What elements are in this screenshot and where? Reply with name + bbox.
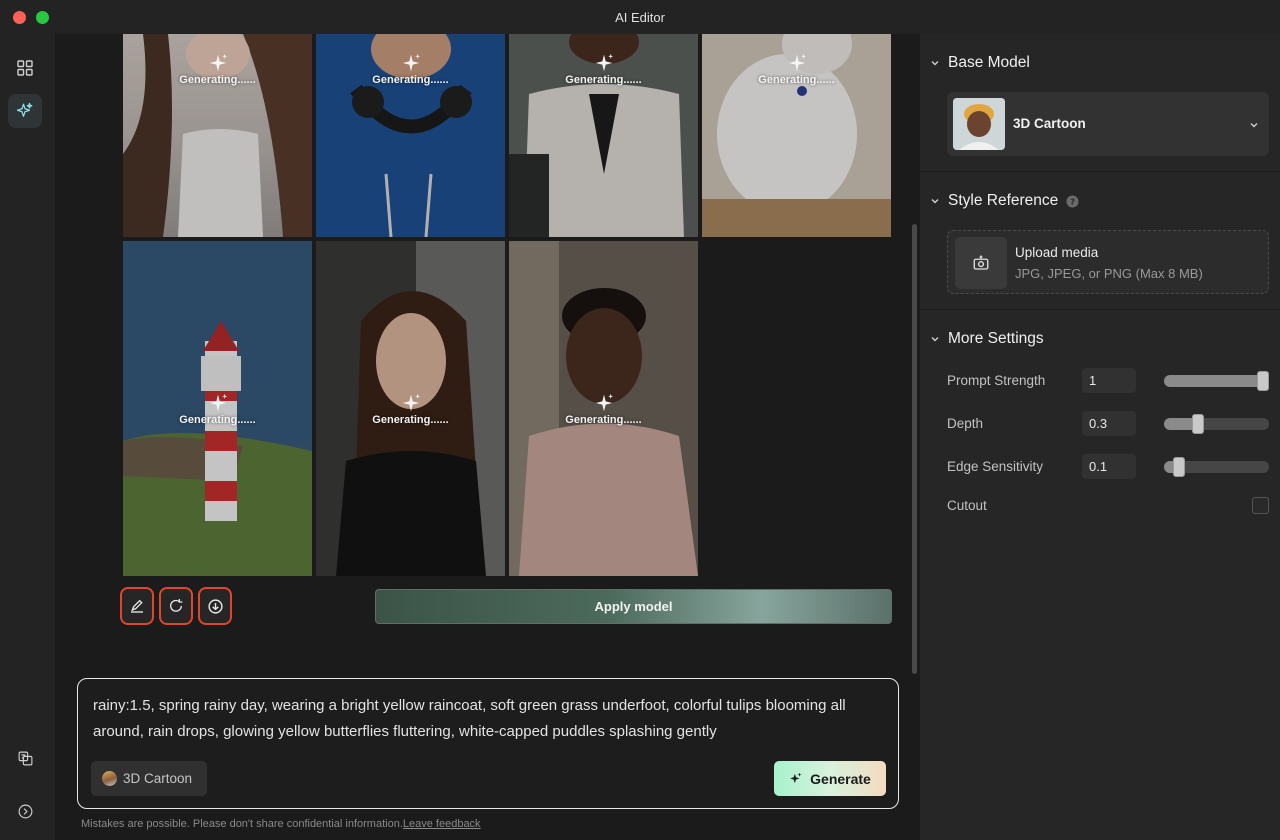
generating-indicator: Generating...... <box>316 393 505 426</box>
generating-indicator: Generating...... <box>702 53 891 86</box>
upload-title: Upload media <box>1015 245 1099 260</box>
generating-indicator: Generating...... <box>316 53 505 86</box>
sparkle-icon <box>788 53 806 72</box>
depth-slider[interactable] <box>1164 414 1269 434</box>
cutout-checkbox[interactable] <box>1252 497 1269 514</box>
prompt-strength-label: Prompt Strength <box>947 373 1046 388</box>
leave-feedback-link[interactable]: Leave feedback <box>403 818 481 830</box>
prompt-box[interactable]: rainy:1.5, spring rainy day, wearing a b… <box>77 678 899 809</box>
sparkle-icon <box>209 53 227 72</box>
gallery-tile[interactable]: Generating...... <box>509 241 698 576</box>
prompt-input[interactable]: rainy:1.5, spring rainy day, wearing a b… <box>93 693 888 745</box>
download-button[interactable] <box>198 587 232 625</box>
edge-sensitivity-label: Edge Sensitivity <box>947 459 1044 474</box>
chevron-down-icon <box>1250 123 1258 128</box>
upload-media-dropzone[interactable]: Upload media JPG, JPEG, or PNG (Max 8 MB… <box>947 230 1269 294</box>
sparkle-icon <box>402 53 420 72</box>
upload-hint: JPG, JPEG, or PNG (Max 8 MB) <box>1015 266 1203 281</box>
more-settings-header[interactable]: More Settings <box>930 330 1044 348</box>
sparkle-icon <box>790 772 802 783</box>
left-rail <box>0 34 55 840</box>
slider-handle[interactable] <box>1173 457 1186 477</box>
model-chip-label: 3D Cartoon <box>123 771 193 786</box>
depth-label: Depth <box>947 416 984 431</box>
divider <box>920 171 1280 172</box>
prompt-strength-input[interactable]: 1 <box>1082 368 1136 393</box>
regenerate-button[interactable] <box>159 587 193 625</box>
gallery-tile[interactable]: Generating...... <box>702 34 891 237</box>
gallery-tile[interactable]: Generating...... <box>316 34 505 237</box>
chevron-right-circle-icon <box>18 804 32 818</box>
base-model-select[interactable]: 3D Cartoon <box>947 92 1269 156</box>
gallery-tile[interactable]: Generating...... <box>123 241 312 576</box>
apply-model-button[interactable]: Apply model <box>375 589 892 624</box>
edge-sensitivity-slider[interactable] <box>1164 457 1269 477</box>
download-icon <box>207 598 223 614</box>
gallery-tile[interactable]: Generating...... <box>123 34 312 237</box>
app-window: AI Editor Generating...... Generating...… <box>0 0 1280 840</box>
settings-panel: Base Model 3D Cartoon Style Reference ? <box>920 34 1280 840</box>
base-model-header[interactable]: Base Model <box>930 54 1030 72</box>
chevron-down-icon <box>931 199 939 204</box>
refresh-icon <box>170 599 183 612</box>
upload-image-icon <box>955 237 1007 289</box>
generating-indicator: Generating...... <box>509 393 698 426</box>
divider <box>920 309 1280 310</box>
sparkle-icon <box>209 393 227 412</box>
generating-indicator: Generating...... <box>509 53 698 86</box>
rail-expand-button[interactable] <box>8 794 42 828</box>
sparkle-icon <box>16 102 33 117</box>
gallery-tile[interactable]: Generating...... <box>509 34 698 237</box>
rail-ai-button[interactable] <box>8 94 42 128</box>
depth-input[interactable]: 0.3 <box>1082 411 1136 436</box>
generating-indicator: Generating...... <box>123 393 312 426</box>
sparkle-icon <box>402 393 420 412</box>
slider-handle[interactable] <box>1191 414 1204 434</box>
chevron-down-icon <box>931 337 939 342</box>
style-reference-header[interactable]: Style Reference ? <box>930 192 1079 210</box>
image-grid: Generating...... Generating...... Genera… <box>123 34 893 576</box>
edge-sensitivity-input[interactable]: 0.1 <box>1082 454 1136 479</box>
title-bar: AI Editor <box>0 0 1280 34</box>
grid-icon <box>17 60 33 76</box>
help-icon[interactable]: ? <box>1066 194 1079 208</box>
prompt-strength-slider[interactable] <box>1164 371 1269 391</box>
model-chip[interactable]: 3D Cartoon <box>91 761 207 796</box>
chevron-down-icon <box>931 61 939 66</box>
scrollbar[interactable] <box>912 224 917 674</box>
sparkle-icon <box>595 53 613 72</box>
window-title: AI Editor <box>615 10 665 25</box>
rail-translate-button[interactable] <box>8 741 42 775</box>
edit-button[interactable] <box>120 587 154 625</box>
disclaimer: Mistakes are possible. Please don't shar… <box>81 818 481 830</box>
cutout-label: Cutout <box>947 498 987 513</box>
generate-button[interactable]: Generate <box>774 761 886 796</box>
rail-gallery-button[interactable] <box>8 51 42 85</box>
translate-icon <box>18 751 32 765</box>
base-model-name: 3D Cartoon <box>1013 116 1086 131</box>
svg-text:?: ? <box>1070 196 1075 206</box>
gallery-tile[interactable]: Generating...... <box>316 241 505 576</box>
main-content: Generating...... Generating...... Genera… <box>55 34 920 840</box>
generating-indicator: Generating...... <box>123 53 312 86</box>
base-model-thumbnail <box>953 98 1005 150</box>
slider-handle[interactable] <box>1257 371 1269 391</box>
sparkle-icon <box>595 393 613 412</box>
model-avatar <box>102 771 117 786</box>
pencil-icon <box>131 599 143 613</box>
